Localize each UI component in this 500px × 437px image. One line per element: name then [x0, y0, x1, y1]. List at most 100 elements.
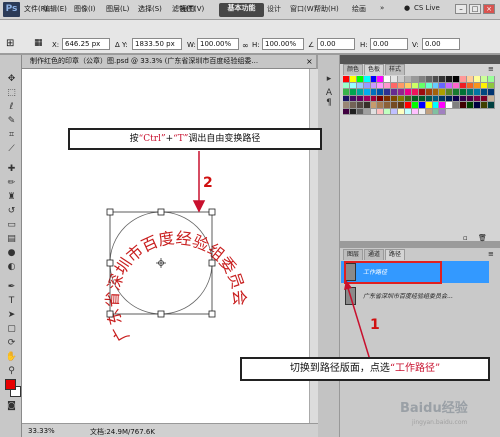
status-bar: 33.33% 文档:24.9M/767.6K	[22, 423, 318, 437]
eraser-tool-icon[interactable]: ▭	[5, 219, 18, 231]
lasso-tool-icon[interactable]: ℓ	[5, 101, 18, 113]
step2-number: 2	[203, 175, 213, 191]
path-select-tool-icon[interactable]: ➤	[5, 309, 18, 321]
swatch-cell[interactable]	[460, 102, 468, 109]
skew-v-label: V:	[412, 41, 419, 49]
swatch-cell[interactable]	[487, 102, 495, 109]
width-field[interactable]: 100.00%	[197, 38, 239, 50]
menu-view[interactable]: 视图(V)	[180, 4, 204, 14]
workspace-design[interactable]: 设计	[267, 4, 281, 14]
delete-swatch-icon[interactable]: 🗑	[478, 234, 487, 242]
swatch-cell[interactable]	[398, 108, 406, 115]
menu-window[interactable]: 窗口(W)	[290, 4, 316, 14]
workspace-paint[interactable]: 绘画	[352, 4, 366, 14]
swatch-cell[interactable]	[411, 108, 419, 115]
panel-menu-icon[interactable]: ≡	[488, 65, 494, 73]
reference-point-icon[interactable]: ▦	[34, 38, 43, 48]
swatch-cell[interactable]	[349, 108, 357, 115]
gradient-tool-icon[interactable]: ▤	[5, 233, 18, 245]
center-point-icon	[156, 258, 166, 268]
skew-v-field[interactable]: 0.00	[422, 38, 460, 50]
swatch-cell[interactable]	[439, 108, 447, 115]
foreground-color-swatch[interactable]	[5, 379, 16, 390]
swatch-cell[interactable]	[418, 108, 426, 115]
swatch-cell[interactable]	[370, 108, 378, 115]
close-button[interactable]: ×	[483, 4, 495, 14]
swatch-cell[interactable]	[473, 102, 481, 109]
3d-rotate-tool-icon[interactable]: ⟳	[5, 337, 18, 349]
marquee-tool-icon[interactable]: ⬚	[5, 87, 18, 99]
menu-layer[interactable]: 图层(L)	[106, 4, 129, 14]
eyedropper-tool-icon[interactable]: ⟋	[5, 143, 18, 155]
document-size: 文档:24.9M/767.6K	[90, 428, 155, 436]
step1-highlight: “工作路径”	[389, 363, 441, 374]
swatch-cell[interactable]	[467, 102, 474, 109]
pen-tool-icon[interactable]: ✒	[5, 281, 18, 293]
history-panel-icon[interactable]: ▸	[322, 73, 336, 85]
tab-paths[interactable]: 路径	[385, 249, 405, 260]
skew-h-field[interactable]: 0.00	[370, 38, 408, 50]
tab-channels[interactable]: 通道	[364, 249, 384, 260]
blur-tool-icon[interactable]: ●	[5, 247, 18, 259]
swatch-grid[interactable]	[343, 76, 495, 130]
handle-bottom-left	[106, 310, 114, 318]
type-tool-icon[interactable]: T	[5, 295, 18, 307]
zoom-tool-icon[interactable]: ⚲	[5, 365, 18, 377]
workspace-essentials-button[interactable]: 基本功能	[219, 3, 264, 17]
workspace-more-button[interactable]: »	[380, 4, 384, 12]
tab-swatches[interactable]: 色板	[364, 64, 384, 75]
swatch-cell[interactable]	[480, 102, 488, 109]
paragraph-panel-icon[interactable]: ¶	[322, 97, 336, 109]
tab-layers[interactable]: 图层	[343, 249, 363, 260]
restore-button[interactable]: □	[469, 4, 481, 14]
menu-edit[interactable]: 编辑(E)	[43, 4, 67, 14]
quick-mask-icon[interactable]: ◙	[5, 400, 18, 412]
angle-field[interactable]: 0.00	[317, 38, 355, 50]
swatch-cell[interactable]	[432, 108, 440, 115]
tab-styles[interactable]: 样式	[385, 64, 405, 75]
cs-live-icon[interactable]: ●	[404, 4, 410, 12]
brush-tool-icon[interactable]: ✏	[5, 177, 18, 189]
y-position-field[interactable]: 1833.50 px	[132, 38, 182, 50]
history-brush-tool-icon[interactable]: ↺	[5, 205, 18, 217]
zoom-level[interactable]: 33.33%	[28, 427, 55, 435]
transform-tool-icon[interactable]: ⊞	[6, 38, 14, 49]
swatch-cell[interactable]	[405, 108, 412, 115]
minimize-button[interactable]: –	[455, 4, 467, 14]
swatch-cell[interactable]	[377, 108, 385, 115]
height-field[interactable]: 100.00%	[262, 38, 304, 50]
cs-live-button[interactable]: CS Live	[414, 4, 440, 12]
menu-help[interactable]: 帮助(H)	[314, 4, 339, 14]
stamp-tool-icon[interactable]: ♜	[5, 191, 18, 203]
swatch-cell[interactable]	[453, 102, 461, 109]
dodge-tool-icon[interactable]: ◐	[5, 261, 18, 273]
paths-menu-icon[interactable]: ≡	[488, 250, 494, 258]
document-close-button[interactable]: ×	[306, 57, 313, 66]
swatch-cell[interactable]	[446, 102, 454, 109]
swatch-cell[interactable]	[384, 108, 392, 115]
step2-prefix: 按	[129, 134, 139, 144]
swatch-cell[interactable]	[425, 108, 433, 115]
crop-tool-icon[interactable]: ⌗	[5, 129, 18, 141]
step2-key2: “T”	[173, 134, 189, 144]
panel-header	[340, 55, 500, 64]
shape-tool-icon[interactable]: ▢	[5, 323, 18, 335]
swatch-cell[interactable]	[356, 108, 364, 115]
healing-tool-icon[interactable]: ✚	[5, 163, 18, 175]
document-tab[interactable]: 制作红色的印章（公章）图.psd @ 33.3% (广东省深圳市百度经验组委..…	[22, 55, 316, 69]
tab-color[interactable]: 颜色	[343, 64, 363, 75]
menu-image[interactable]: 图像(I)	[74, 4, 96, 14]
move-tool-icon[interactable]: ✥	[5, 73, 18, 85]
quick-select-tool-icon[interactable]: ✎	[5, 115, 18, 127]
hand-tool-icon[interactable]: ✋	[5, 351, 18, 363]
handle-top-right	[208, 208, 216, 216]
swatch-cell[interactable]	[391, 108, 399, 115]
x-position-field[interactable]: 646.25 px	[62, 38, 110, 50]
baidu-watermark-url: jingyan.baidu.com	[412, 419, 468, 426]
swatch-cell[interactable]	[363, 108, 371, 115]
link-icon[interactable]: ∞	[242, 41, 249, 50]
swatch-cell[interactable]	[343, 108, 350, 115]
menu-select[interactable]: 选择(S)	[138, 4, 162, 14]
new-swatch-icon[interactable]: ▫	[463, 234, 468, 242]
handle-top-center	[157, 208, 165, 216]
